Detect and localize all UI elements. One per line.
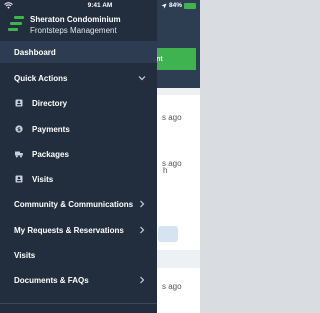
background-pill	[158, 226, 178, 242]
background-timestamp: s ago	[162, 113, 182, 122]
menu-item-label: Community & Communications	[14, 199, 134, 209]
chevron-down-icon	[138, 76, 146, 81]
menu-item-label: Quick Actions	[14, 73, 68, 83]
frontsteps-logo-icon	[8, 16, 24, 34]
menu-item-label: Directory	[32, 98, 68, 108]
background-timestamp: s ago	[162, 282, 182, 291]
menu-item-documents[interactable]: Documents & FAQs	[0, 269, 157, 291]
dollar-icon: $	[15, 125, 23, 133]
menu-item-label: Visits	[32, 174, 54, 184]
brand-header: Sheraton Condominium Frontsteps Manageme…	[8, 14, 153, 38]
menu-item-label: Dashboard	[14, 47, 56, 57]
menu-item-label: My Requests & Reservations	[14, 225, 124, 235]
chevron-right-icon	[140, 226, 145, 234]
chevron-right-icon	[140, 276, 145, 284]
menu-item-community[interactable]: Community & Communications	[0, 193, 157, 215]
chevron-right-icon	[140, 200, 145, 208]
menu-item-label: Visits	[14, 250, 36, 260]
battery-percent: 84%	[168, 2, 182, 9]
menu-item-visits-sub[interactable]: Visits	[0, 168, 157, 190]
location-arrow-icon	[161, 3, 167, 8]
menu-item-label: Packages	[32, 149, 69, 159]
svg-text:$: $	[17, 127, 21, 133]
menu-item-label: Documents & FAQs	[14, 275, 89, 285]
menu-item-packages[interactable]: Packages	[0, 143, 157, 165]
battery-icon	[184, 2, 196, 9]
menu-item-requests[interactable]: My Requests & Reservations	[0, 219, 157, 241]
truck-icon	[15, 151, 23, 158]
menu-divider	[0, 303, 157, 304]
navigation-drawer: Sheraton Condominium Frontsteps Manageme…	[0, 0, 157, 313]
status-right: 84%	[161, 2, 196, 9]
menu-item-payments[interactable]: $ Payments	[0, 118, 157, 140]
status-bar: 9:41 AM 84%	[0, 0, 200, 12]
menu-item-quick-actions[interactable]: Quick Actions	[0, 67, 157, 89]
background-text: h	[163, 166, 168, 175]
menu-item-label: Payments	[32, 124, 70, 134]
community-name: Sheraton Condominium	[30, 15, 121, 24]
id-badge-icon	[15, 175, 23, 183]
contact-card-icon	[15, 99, 23, 107]
menu-item-directory[interactable]: Directory	[0, 92, 157, 114]
management-name: Frontsteps Management	[30, 26, 117, 35]
menu-item-dashboard[interactable]: Dashboard	[0, 41, 157, 63]
menu-item-visits[interactable]: Visits	[0, 244, 157, 266]
